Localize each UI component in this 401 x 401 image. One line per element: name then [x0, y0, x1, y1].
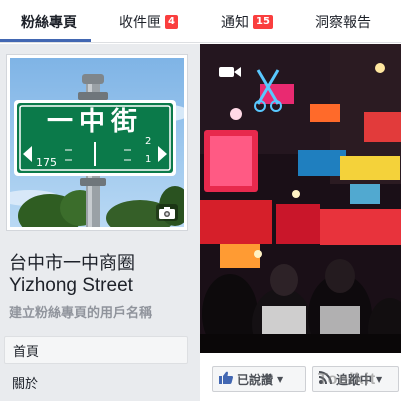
nav-item-home-label: 首頁 — [13, 344, 40, 360]
liked-button-label: 已說讚 — [237, 372, 274, 387]
nav-item-about[interactable]: 關於 — [4, 368, 188, 396]
inbox-count-badge: 4 — [165, 14, 178, 29]
sign-main-text: 一中街 — [47, 107, 143, 137]
rss-feed-icon — [318, 371, 332, 387]
tab-insights[interactable]: 洞察報告 — [315, 0, 371, 43]
sign-number-left: 175 — [36, 156, 57, 169]
active-tab-underline — [0, 39, 91, 42]
camera-icon[interactable] — [156, 204, 178, 221]
profile-picture[interactable]: 一中街 175 2 1 — [10, 58, 184, 227]
tab-inbox-label: 收件匣 — [119, 14, 161, 31]
cover-photo[interactable] — [200, 44, 401, 353]
nav-item-home[interactable]: 首頁 — [4, 336, 188, 364]
tab-inbox[interactable]: 收件匣 4 — [119, 0, 178, 43]
tab-page-label: 粉絲專頁 — [21, 14, 77, 31]
nav-item-about-label: 關於 — [12, 376, 39, 392]
sign-sub-number: 1 — [145, 154, 151, 165]
liked-button[interactable]: 已說讚 ▼ — [212, 366, 306, 392]
video-camera-icon[interactable] — [218, 64, 242, 80]
tab-page[interactable]: 粉絲專頁 — [21, 0, 77, 43]
following-button-label: 追蹤中 — [336, 372, 373, 387]
page-title-english: Yizhong Street — [9, 275, 133, 296]
create-username-link[interactable]: 建立粉絲專頁的用戶名稱 — [9, 302, 152, 321]
tab-notifications-label: 通知 — [221, 14, 249, 31]
thumbs-up-icon — [219, 371, 233, 387]
page-tab-bar: 粉絲專頁 收件匣 4 通知 15 洞察報告 — [0, 0, 401, 43]
left-sidebar: 一中街 175 2 1 台中市一中商圈 Yizhong Street 建立粉絲專… — [0, 44, 200, 401]
page-title: 台中市一中商圈 — [9, 253, 135, 274]
page-action-bar: 已說讚 ▼ 追蹤中 ▼ Toolkit — [200, 353, 401, 401]
profile-picture-frame[interactable]: 一中街 175 2 1 — [6, 54, 188, 231]
chevron-down-icon: ▼ — [376, 374, 383, 384]
tab-notifications[interactable]: 通知 15 — [221, 0, 273, 43]
notifications-count-badge: 15 — [253, 14, 273, 29]
night-market-photo — [200, 44, 401, 353]
chevron-down-icon: ▼ — [277, 374, 284, 384]
sign-lane-number: 2 — [145, 136, 151, 147]
tab-insights-label: 洞察報告 — [315, 14, 371, 31]
street-sign-photo: 一中街 175 2 1 — [10, 58, 184, 227]
following-button[interactable]: 追蹤中 ▼ — [312, 366, 399, 392]
